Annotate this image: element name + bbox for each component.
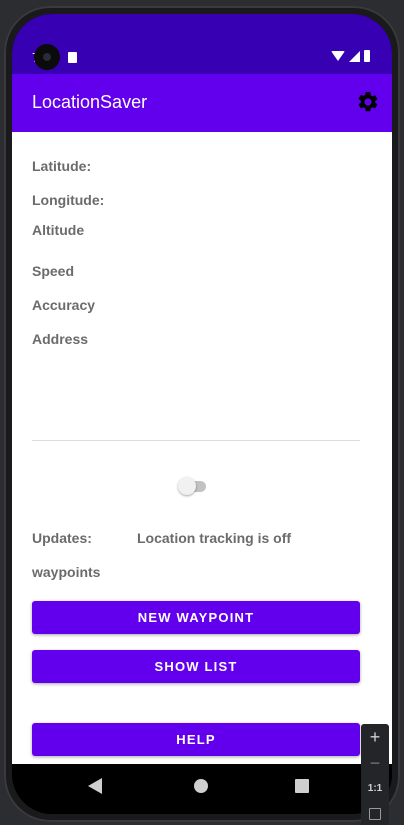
status-bar: 7: [12, 14, 392, 74]
show-list-button[interactable]: SHOW LIST: [32, 650, 360, 683]
divider: [32, 440, 360, 441]
switch-thumb: [178, 477, 196, 495]
sd-card-icon: [68, 52, 77, 63]
new-waypoint-button[interactable]: NEW WAYPOINT: [32, 601, 360, 634]
camera-icon: [34, 44, 60, 70]
address-label: Address: [32, 331, 89, 347]
zoom-actual-size-button[interactable]: 1:1: [361, 776, 389, 802]
home-icon[interactable]: [194, 779, 208, 793]
altitude-label: Altitude: [32, 222, 85, 238]
app-title: LocationSaver: [32, 92, 148, 112]
status-icons: [331, 50, 370, 62]
zoom-out-button[interactable]: −: [361, 750, 389, 776]
speed-label: Speed: [32, 263, 75, 279]
gear-icon[interactable]: [356, 90, 380, 114]
battery-icon: [364, 50, 370, 62]
help-button[interactable]: HELP: [32, 723, 360, 756]
latitude-label: Latitude:: [32, 158, 92, 174]
recents-icon[interactable]: [295, 779, 309, 793]
waypoints-label: waypoints: [32, 564, 101, 580]
longitude-label: Longitude:: [32, 192, 105, 208]
signal-icon: [349, 50, 360, 62]
back-icon[interactable]: [88, 778, 102, 794]
wifi-icon: [331, 51, 345, 61]
phone-frame: 7 LocationSaver Latitude: Longitude: Alt…: [4, 6, 400, 822]
zoom-in-button[interactable]: +: [361, 724, 389, 750]
location-updates-switch[interactable]: [178, 476, 208, 496]
phone-screen: 7 LocationSaver Latitude: Longitude: Alt…: [12, 14, 392, 814]
updates-status-text: Location tracking is off: [137, 530, 292, 546]
navigation-bar: [12, 764, 392, 814]
accuracy-label: Accuracy: [32, 297, 96, 313]
zoom-fit-icon[interactable]: [369, 808, 381, 820]
updates-label: Updates:: [32, 530, 92, 546]
app-bar: LocationSaver: [12, 74, 392, 132]
main-content: Latitude: Longitude: Altitude Speed Accu…: [12, 132, 392, 764]
emulator-zoom-panel: + − 1:1: [361, 724, 389, 825]
